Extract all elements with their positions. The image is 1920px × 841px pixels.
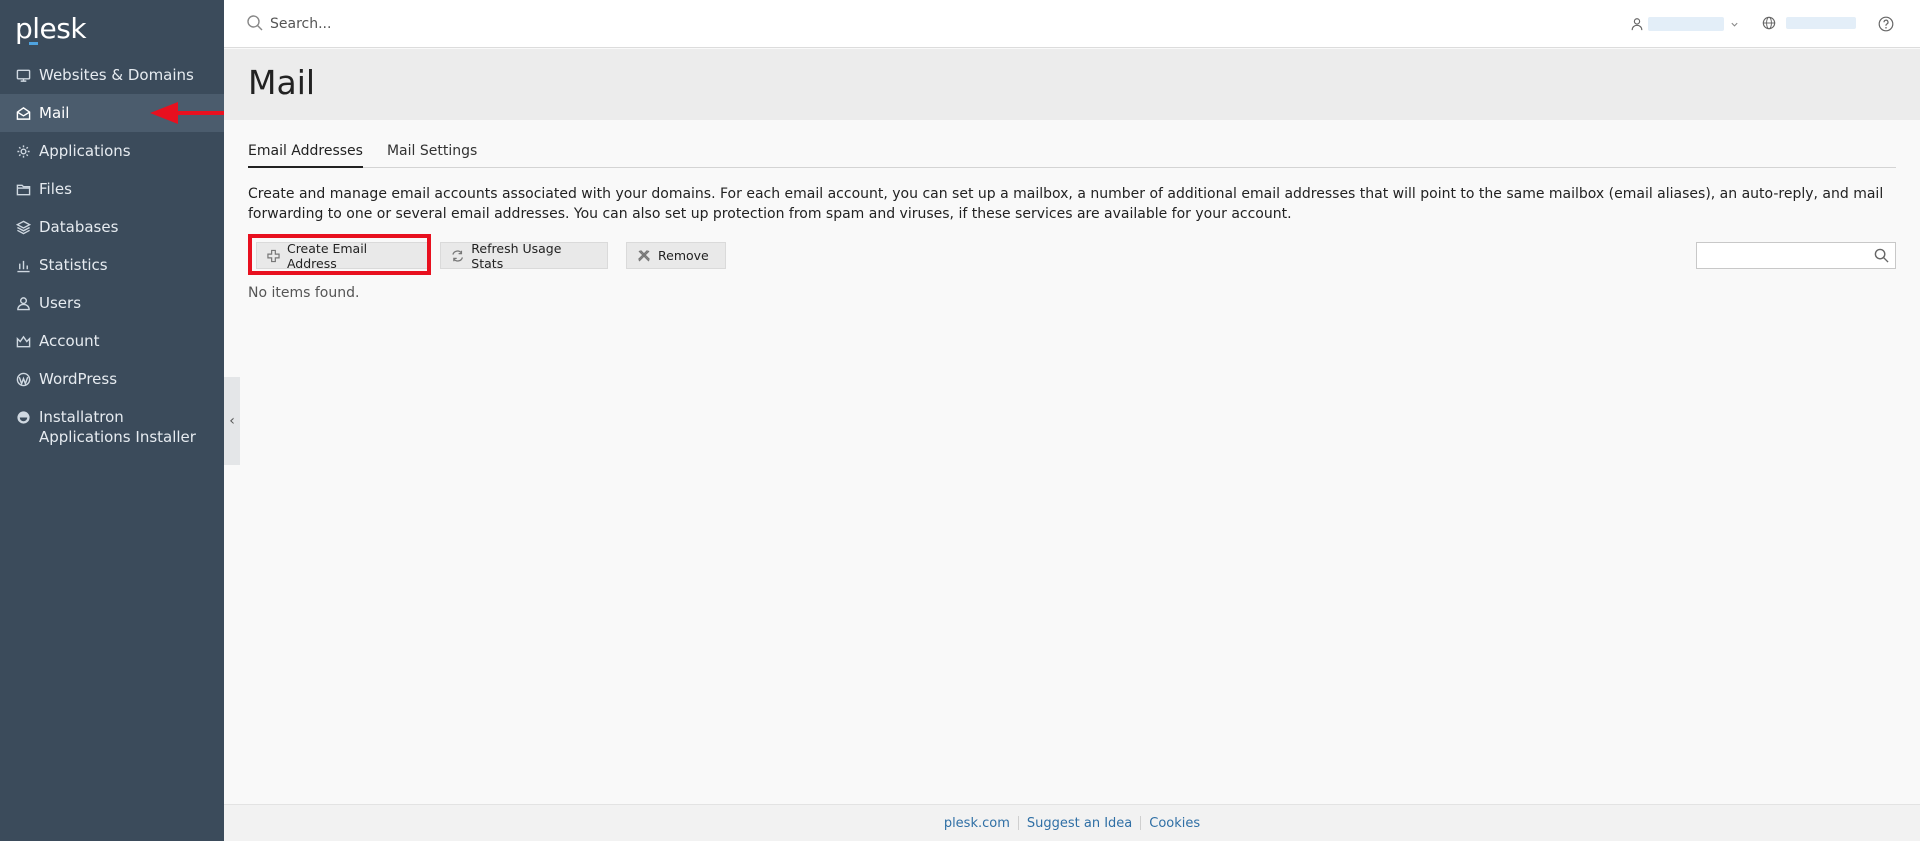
global-search-input[interactable] xyxy=(270,12,670,36)
sidebar-item-wordpress[interactable]: WordPress xyxy=(0,360,224,398)
page-header: Mail xyxy=(224,49,1920,120)
top-bar xyxy=(224,0,1920,48)
remove-button[interactable]: Remove xyxy=(626,242,726,269)
gear-icon xyxy=(15,141,31,161)
user-icon xyxy=(15,293,31,313)
sidebar-item-statistics[interactable]: Statistics xyxy=(0,246,224,284)
search-icon xyxy=(247,15,263,31)
sidebar-item-applications[interactable]: Applications xyxy=(0,132,224,170)
help-icon[interactable] xyxy=(1878,16,1894,32)
tab-mail-settings[interactable]: Mail Settings xyxy=(387,142,477,168)
username-redacted xyxy=(1648,17,1724,31)
folder-icon xyxy=(15,179,31,199)
envelope-icon xyxy=(15,103,31,123)
refresh-usage-stats-button[interactable]: Refresh Usage Stats xyxy=(440,240,608,271)
logo-text: plesk xyxy=(15,12,87,45)
globe-icon[interactable] xyxy=(1762,16,1776,30)
search-icon[interactable] xyxy=(1874,248,1889,263)
sidebar-item-databases[interactable]: Databases xyxy=(0,208,224,246)
page-title: Mail xyxy=(248,63,316,102)
tab-bar: Email Addresses Mail Settings xyxy=(248,142,1896,168)
sidebar-item-label: WordPress xyxy=(39,370,118,388)
language-redacted[interactable] xyxy=(1786,17,1856,29)
plus-icon xyxy=(267,249,280,262)
sidebar-item-label: Websites & Domains xyxy=(39,66,194,84)
chevron-left-icon: ‹ xyxy=(229,413,235,429)
refresh-icon xyxy=(452,249,463,262)
list-toolbar: Create Email Address Refresh Usage Stats… xyxy=(248,234,1896,275)
sidebar-item-websites-domains[interactable]: Websites & Domains xyxy=(0,56,224,94)
footer: plesk.com Suggest an Idea Cookies xyxy=(224,804,1920,841)
footer-link-plesk-com[interactable]: plesk.com xyxy=(936,816,1018,831)
user-menu[interactable] xyxy=(1630,14,1739,34)
sidebar-item-label: Files xyxy=(39,180,72,198)
tab-email-addresses[interactable]: Email Addresses xyxy=(248,142,363,168)
sidebar-item-label: Databases xyxy=(39,218,119,236)
create-email-address-button[interactable]: Create Email Address xyxy=(256,240,428,271)
sidebar-item-label: Applications xyxy=(39,142,131,160)
sidebar-item-label: Users xyxy=(39,294,82,312)
crown-icon xyxy=(15,331,31,351)
page-description: Create and manage email accounts associa… xyxy=(248,186,1884,222)
installatron-icon xyxy=(15,407,31,427)
empty-state-text: No items found. xyxy=(248,285,360,301)
list-search-field[interactable] xyxy=(1696,242,1896,269)
footer-link-cookies[interactable]: Cookies xyxy=(1141,816,1208,831)
button-label: Remove xyxy=(658,248,709,263)
sidebar-item-account[interactable]: Account xyxy=(0,322,224,360)
remove-icon xyxy=(638,249,650,261)
layers-icon xyxy=(15,217,31,237)
button-label: Refresh Usage Stats xyxy=(471,240,562,271)
sidebar-item-users[interactable]: Users xyxy=(0,284,224,322)
monitor-icon xyxy=(15,65,31,85)
logo-accent xyxy=(29,42,38,45)
sidebar-item-files[interactable]: Files xyxy=(0,170,224,208)
chevron-down-icon xyxy=(1731,22,1738,27)
sidebar-item-installatron[interactable]: Installatron Applications Installer xyxy=(0,398,224,456)
sidebar-item-label: Statistics xyxy=(39,256,108,274)
sidebar-item-label: Account xyxy=(39,332,100,350)
wordpress-icon xyxy=(15,369,31,389)
sidebar-item-label: Installatron Applications Installer xyxy=(39,408,196,446)
list-search-input[interactable] xyxy=(1697,243,1867,268)
bar-chart-icon xyxy=(15,255,31,275)
footer-link-suggest-idea[interactable]: Suggest an Idea xyxy=(1019,816,1140,831)
sidebar-collapse-handle[interactable]: ‹ xyxy=(224,377,240,465)
button-label: Create Email Address xyxy=(286,240,368,271)
plesk-logo[interactable]: plesk xyxy=(0,0,224,48)
user-icon xyxy=(1631,18,1643,31)
